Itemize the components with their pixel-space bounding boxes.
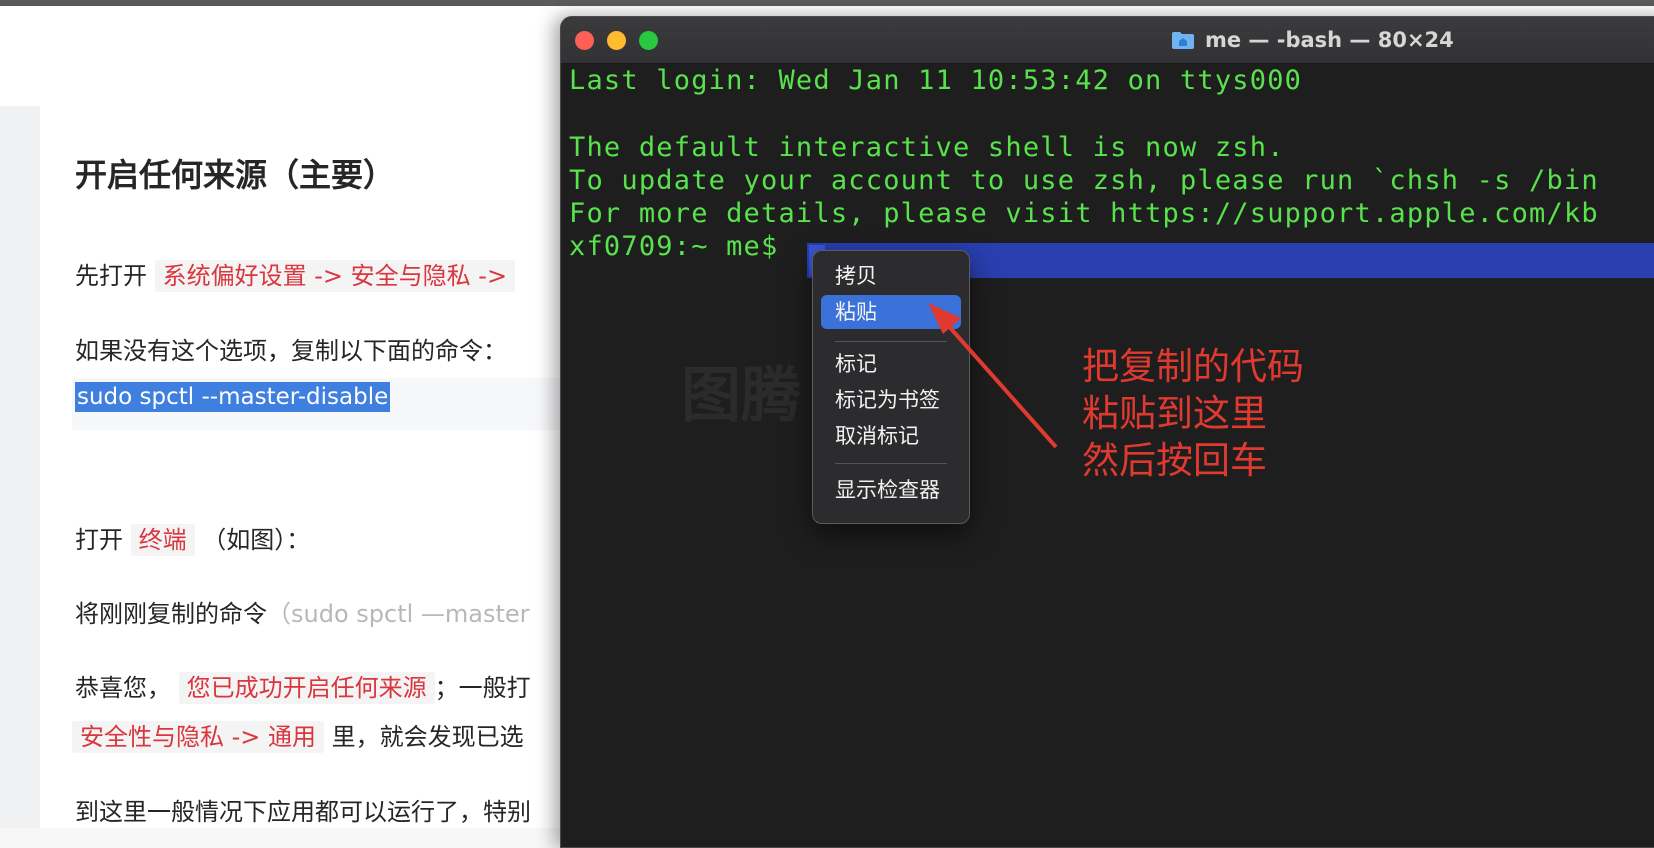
annotation-line-3: 然后按回车 bbox=[1082, 439, 1267, 482]
annotation-line-1: 把复制的代码 bbox=[1082, 345, 1304, 388]
annotation-line-2: 粘贴到这里 bbox=[1082, 392, 1267, 435]
annotation-arrow-icon bbox=[928, 303, 1058, 449]
